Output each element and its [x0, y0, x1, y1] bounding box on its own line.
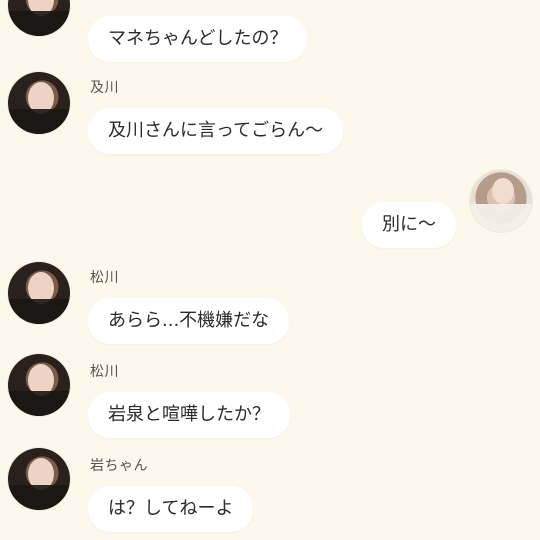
avatar-clothing — [470, 204, 532, 232]
avatar-clothing — [8, 485, 70, 510]
user-avatar[interactable] — [8, 448, 70, 510]
sender-name: 岩ちゃん — [90, 458, 148, 474]
user-avatar[interactable] — [8, 0, 70, 36]
message-bubble[interactable]: マネちゃんどしたの？ — [88, 16, 308, 62]
message-bubble[interactable]: あらら...不機嫌だな — [88, 298, 290, 344]
sender-name: 松川 — [90, 270, 119, 286]
avatar-clothing — [8, 391, 70, 416]
message-bubble[interactable]: は？してねーよ — [88, 486, 254, 532]
message-bubble-self[interactable]: 別に〜 — [362, 202, 456, 248]
avatar-clothing — [8, 11, 70, 36]
user-avatar[interactable] — [8, 354, 70, 416]
message-bubble[interactable]: 岩泉と喧嘩したか？ — [88, 392, 290, 438]
user-avatar[interactable] — [8, 262, 70, 324]
self-avatar[interactable] — [470, 170, 532, 232]
sender-name: 松川 — [90, 364, 119, 380]
avatar-clothing — [8, 299, 70, 324]
chat-thread[interactable]: マネちゃんどしたの？ 及川 及川さんに言ってごらん〜 別に〜 松川 あらら...… — [0, 0, 540, 540]
sender-name: 及川 — [90, 80, 119, 96]
user-avatar[interactable] — [8, 72, 70, 134]
avatar-clothing — [8, 109, 70, 134]
avatar-face — [492, 178, 514, 204]
message-bubble[interactable]: 及川さんに言ってごらん〜 — [88, 108, 344, 154]
